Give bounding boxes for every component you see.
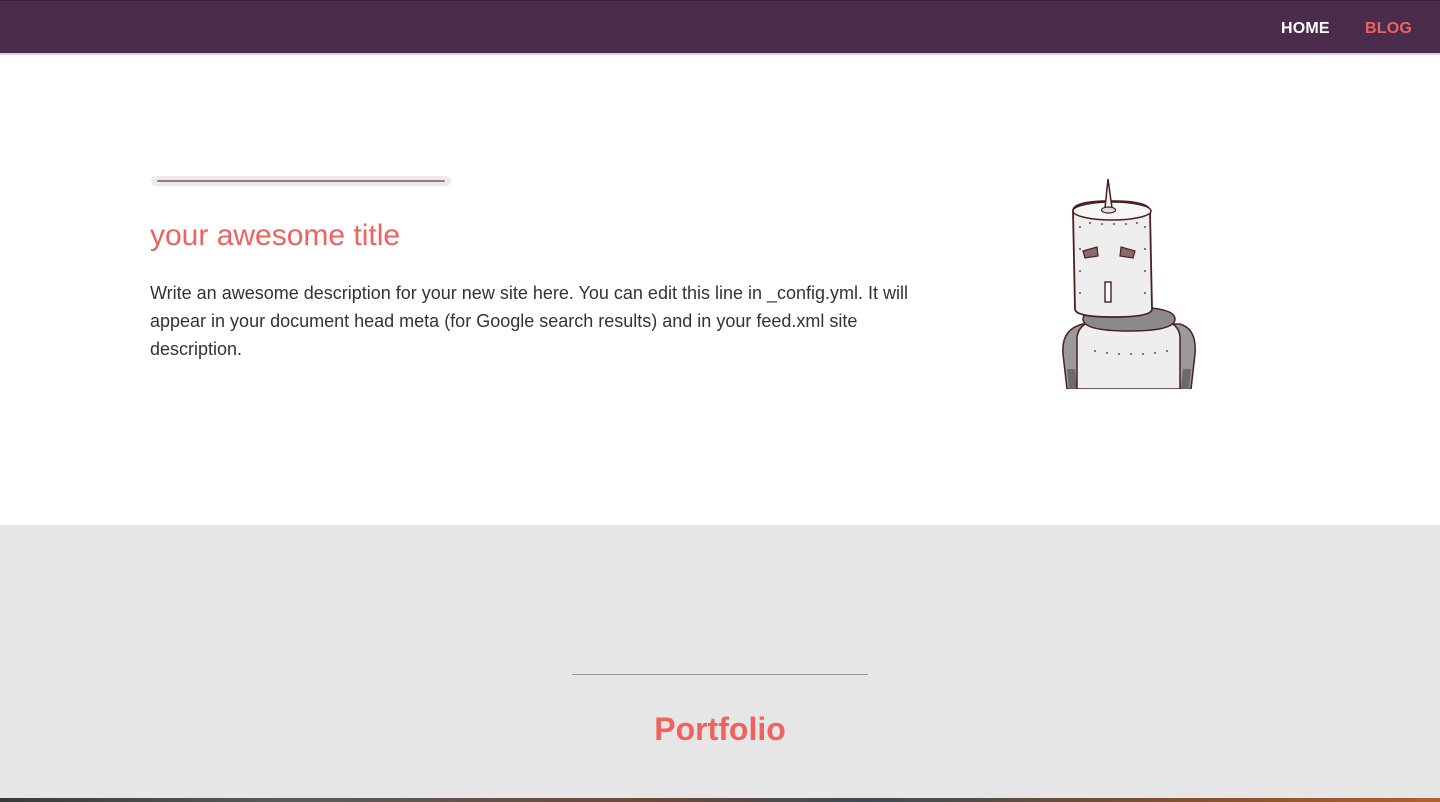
portfolio-section: Portfolio bbox=[0, 525, 1440, 802]
hero-title: your awesome title bbox=[150, 219, 401, 252]
hero-description: Write an awesome description for your ne… bbox=[150, 283, 909, 359]
portfolio-image-strip bbox=[0, 798, 1440, 802]
portfolio-divider bbox=[572, 674, 868, 675]
nav-home-link[interactable]: HOME bbox=[1281, 20, 1330, 38]
hero-section: your awesome title Write an awesome desc… bbox=[0, 57, 1440, 525]
portfolio-title: Portfolio bbox=[654, 711, 786, 747]
robot-illustration bbox=[1062, 179, 1196, 389]
top-navbar: HOME BLOG bbox=[0, 0, 1440, 55]
hero-divider bbox=[151, 176, 451, 186]
nav-blog-link[interactable]: BLOG bbox=[1365, 20, 1412, 38]
